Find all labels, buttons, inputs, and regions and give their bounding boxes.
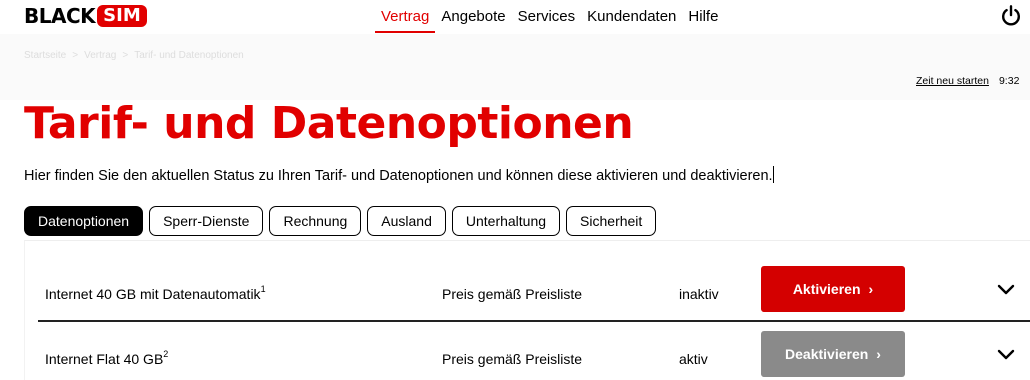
session-time: 9:32 <box>998 75 1020 87</box>
activate-button[interactable]: Aktivieren › <box>761 266 905 312</box>
logo-text-sim: SIM <box>97 5 147 27</box>
logo-text-black: BLACK <box>24 4 96 28</box>
option-footnote: 1 <box>260 284 266 294</box>
tab-sperr-dienste[interactable]: Sperr-Dienste <box>149 206 264 236</box>
tab-ausland[interactable]: Ausland <box>367 206 446 236</box>
text-cursor <box>772 166 774 183</box>
chevron-right-icon: › <box>876 346 881 362</box>
activate-button-label: Aktivieren <box>792 281 861 297</box>
chevron-down-icon[interactable] <box>996 280 1016 300</box>
deactivate-button-label: Deaktivieren <box>785 346 869 362</box>
nav-item-hilfe[interactable]: Hilfe <box>682 0 724 34</box>
row-divider <box>38 320 1030 322</box>
option-name: Internet Flat 40 GB2 <box>45 349 168 367</box>
page-intro: Hier finden Sie den aktuellen Status zu … <box>24 166 774 184</box>
option-footnote: 2 <box>163 349 169 359</box>
breadcrumb-separator: > <box>122 50 129 61</box>
option-row: Internet Flat 40 GB2 Preis gemäß Preisli… <box>39 330 1030 380</box>
nav-item-services[interactable]: Services <box>512 0 582 34</box>
deactivate-button[interactable]: Deaktivieren › <box>761 331 905 377</box>
session-timer: Zeit neu starten 9:32 <box>916 75 1019 87</box>
main-nav: Vertrag Angebote Services Kundendaten Hi… <box>375 0 724 34</box>
chevron-down-icon[interactable] <box>996 345 1016 365</box>
breadcrumb-current: Tarif- und Datenoptionen <box>134 50 244 61</box>
page-intro-text: Hier finden Sie den aktuellen Status zu … <box>24 168 773 184</box>
nav-item-vertrag[interactable]: Vertrag <box>375 0 436 34</box>
option-name: Internet 40 GB mit Datenautomatik1 <box>45 284 266 302</box>
option-status: inaktiv <box>679 286 719 302</box>
restart-session-link[interactable]: Zeit neu starten <box>916 75 989 87</box>
tab-datenoptionen[interactable]: Datenoptionen <box>24 206 144 236</box>
breadcrumb-vertrag[interactable]: Vertrag <box>84 50 116 61</box>
blacksim-logo[interactable]: BLACK SIM <box>24 4 147 28</box>
nav-item-kundendaten[interactable]: Kundendaten <box>581 0 682 34</box>
power-icon[interactable] <box>1000 5 1022 27</box>
option-price: Preis gemäß Preisliste <box>442 286 583 302</box>
breadcrumb-startseite[interactable]: Startseite <box>24 50 66 61</box>
breadcrumb-separator: > <box>72 50 79 61</box>
chevron-right-icon: › <box>868 281 874 297</box>
breadcrumb-band <box>0 34 1030 100</box>
top-bar: BLACK SIM Vertrag Angebote Services Kund… <box>0 0 1030 34</box>
page-title: Tarif- und Datenoptionen <box>24 98 634 149</box>
option-price: Preis gemäß Preisliste <box>442 351 583 367</box>
option-row: Internet 40 GB mit Datenautomatik1 Preis… <box>39 265 1030 323</box>
options-list: Internet 40 GB mit Datenautomatik1 Preis… <box>24 240 1030 380</box>
nav-item-angebote[interactable]: Angebote <box>435 0 511 34</box>
tab-sicherheit[interactable]: Sicherheit <box>566 206 657 236</box>
option-name-text: Internet Flat 40 GB <box>45 351 164 367</box>
option-name-text: Internet 40 GB mit Datenautomatik <box>45 286 261 302</box>
option-status: aktiv <box>679 351 708 367</box>
breadcrumb: Startseite > Vertrag > Tarif- und Dateno… <box>24 50 244 61</box>
option-tabs: Datenoptionen Sperr-Dienste Rechnung Aus… <box>24 206 657 236</box>
tab-unterhaltung[interactable]: Unterhaltung <box>451 206 561 236</box>
tab-rechnung[interactable]: Rechnung <box>269 206 362 236</box>
